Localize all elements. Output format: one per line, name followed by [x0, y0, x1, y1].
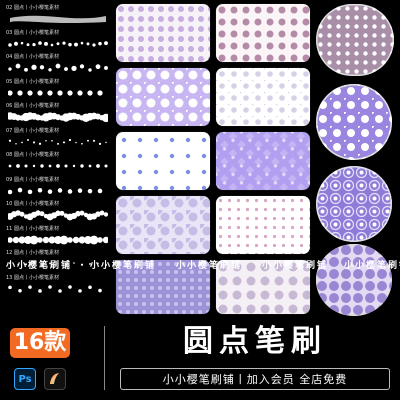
pattern-tile [216, 68, 310, 126]
brush-item-label: 12 圆点丨小小樱笔素材 [6, 250, 59, 256]
brush-stroke-preview [8, 40, 108, 47]
pattern-tile [216, 132, 310, 190]
brush-stroke-preview [9, 15, 106, 23]
pattern-tile [216, 196, 310, 254]
brush-item-label: 13 圆点丨小小樱笔素材 [6, 274, 59, 281]
dot-pattern [316, 244, 392, 316]
dot-pattern [216, 68, 310, 126]
divider [104, 326, 105, 390]
pattern-tile [116, 4, 210, 62]
watermark-text: 小小樱笔刷铺 [262, 261, 329, 271]
brush-item: 13 圆点丨小小樱笔素材 [6, 274, 110, 299]
procreate-icon [44, 368, 66, 390]
watermark-text: 小小樱笔刷铺 [6, 261, 73, 271]
brush-item: 05 圆点丨小小樱笔素材 [6, 78, 110, 103]
brush-item: 03 圆点丨小小樱笔素材 [6, 29, 110, 54]
dot-pattern [316, 4, 394, 76]
brush-item-label: 10 圆点丨小小樱笔素材 [6, 201, 59, 207]
brush-stroke-preview [8, 89, 103, 96]
pattern-tile [116, 132, 210, 190]
watermark-strip: 小小樱笔刷铺 小小樱笔刷铺 小小樱笔刷铺 小小樱笔刷铺 小小樱笔刷铺 [0, 258, 400, 272]
brush-list: 02 圆点丨小小樱笔素材 03 圆点丨小小樱笔素材 04 圆点丨小小樱笔素材 05 圆… [6, 4, 110, 298]
pattern-tile [216, 4, 310, 62]
dot-pattern [116, 196, 210, 254]
brush-item: 09 圆点丨小小樱笔素材 [6, 176, 110, 201]
banner-title: 圆点笔刷 [183, 324, 327, 359]
brush-item: 07 圆点丨小小樱笔素材 [6, 127, 110, 152]
pattern-tile [116, 196, 210, 254]
brush-item-label: 11 圆点丨小小樱笔素材 [6, 225, 59, 232]
brush-item-label: 03 圆点丨小小樱笔素材 [6, 29, 59, 36]
brush-item-label: 09 圆点丨小小樱笔素材 [6, 176, 59, 183]
brush-item-label: 04 圆点丨小小樱笔素材 [6, 54, 59, 60]
brush-item: 02 圆点丨小小樱笔素材 [6, 4, 110, 29]
dot-pattern [116, 4, 210, 62]
brush-stroke-preview [8, 210, 108, 221]
watermark-text: 小小樱笔刷铺 [176, 261, 243, 271]
pattern-circle [316, 244, 392, 316]
pattern-circle [316, 166, 392, 242]
count-badge: 16款 [10, 328, 70, 358]
brush-item-label: 05 圆点丨小小樱笔素材 [6, 78, 59, 85]
brush-item-label: 08 圆点丨小小樱笔素材 [6, 152, 59, 158]
banner-subtitle: 小小樱笔刷铺丨加入会员 全店免费 [120, 368, 390, 390]
dot-pattern [116, 132, 210, 190]
dot-pattern [316, 166, 392, 242]
footer-banner: 16款 Ps 圆点笔刷 小小樱笔刷铺丨加入会员 全店免费 [0, 316, 400, 400]
brush-stroke-preview [8, 284, 102, 293]
brush-stroke-preview [8, 112, 108, 123]
photoshop-icon: Ps [14, 368, 36, 390]
dot-pattern [316, 84, 392, 160]
pattern-circle [316, 4, 394, 76]
dot-pattern [116, 68, 210, 126]
brush-item-label: 07 圆点丨小小樱笔素材 [6, 127, 59, 134]
brush-item: 04 圆点丨小小樱笔素材 [6, 53, 110, 78]
brush-stroke-preview [8, 235, 108, 244]
dot-pattern [216, 4, 310, 62]
brush-stroke-preview [8, 138, 107, 145]
brush-item-label: 02 圆点丨小小樱笔素材 [6, 5, 59, 11]
brush-item-label: 06 圆点丨小小樱笔素材 [6, 103, 59, 109]
preview-canvas: 02 圆点丨小小樱笔素材 03 圆点丨小小樱笔素材 04 圆点丨小小樱笔素材 05 圆… [0, 0, 400, 400]
brush-stroke-preview [8, 187, 103, 194]
pattern-circle [316, 84, 392, 160]
watermark-text: 小小樱笔刷铺 [90, 261, 157, 271]
dot-pattern [216, 196, 310, 254]
pattern-tile [116, 68, 210, 126]
brush-item: 10 圆点丨小小樱笔素材 [6, 200, 110, 225]
dot-pattern [216, 132, 310, 190]
brush-item: 08 圆点丨小小樱笔素材 [6, 151, 110, 176]
brush-item: 11 圆点丨小小樱笔素材 [6, 225, 110, 250]
watermark-text: 小小樱笔刷铺 [344, 261, 400, 271]
brush-stroke-preview [8, 164, 108, 168]
brush-item: 06 圆点丨小小樱笔素材 [6, 102, 110, 127]
brush-stroke-preview [8, 63, 108, 72]
